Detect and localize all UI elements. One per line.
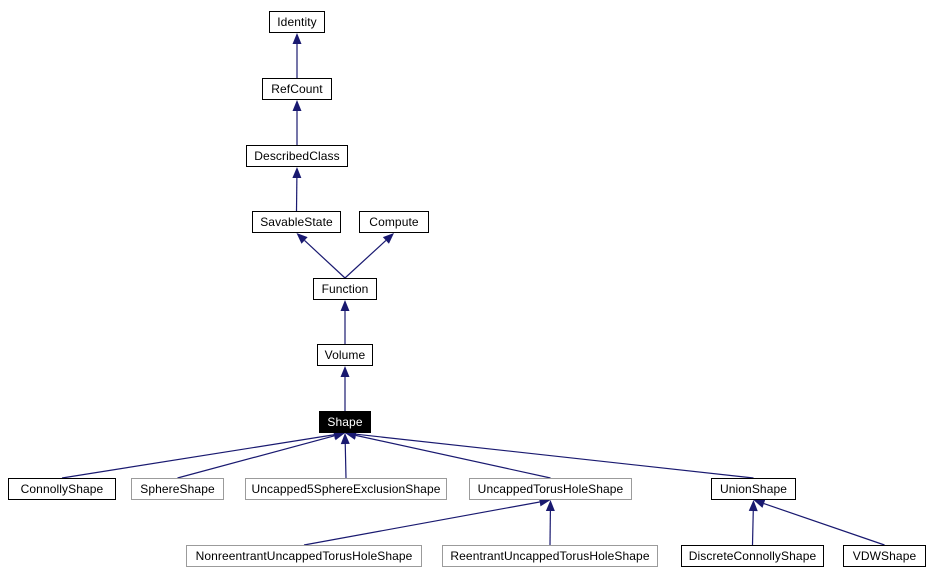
edge-savablestate-to-describedclass <box>292 167 302 212</box>
class-node-reentrantuncappedtorusholeshape[interactable]: ReentrantUncappedTorusHoleShape <box>442 545 658 567</box>
class-node-label: Uncapped5SphereExclusionShape <box>251 482 441 496</box>
edge-uncappedtorusholeshape-to-shape <box>345 430 551 479</box>
edge-sphereshape-to-shape <box>177 431 345 479</box>
edge-connollyshape-to-shape <box>61 430 345 479</box>
class-node-label: ConnollyShape <box>20 482 104 496</box>
class-node-discreteconnollyshape[interactable]: DiscreteConnollyShape <box>681 545 824 567</box>
edge-describedclass-to-refcount <box>292 100 302 145</box>
class-node-unionshape[interactable]: UnionShape <box>711 478 796 500</box>
edge-unionshape-to-shape <box>345 429 754 479</box>
class-node-label: SavableState <box>260 215 333 229</box>
class-node-label: Identity <box>277 15 317 29</box>
edge-nonreentrantuncappedtorusholeshape-to-uncappedtorusholeshape <box>303 497 551 546</box>
class-node-describedclass[interactable]: DescribedClass <box>246 145 348 167</box>
class-node-label: ReentrantUncappedTorusHoleShape <box>450 549 650 563</box>
class-node-label: NonreentrantUncappedTorusHoleShape <box>195 549 413 563</box>
class-node-refcount[interactable]: RefCount <box>262 78 332 100</box>
class-node-label: UnionShape <box>719 482 788 496</box>
edge-function-to-savablestate <box>296 233 346 279</box>
class-node-savablestate[interactable]: SavableState <box>252 211 341 233</box>
class-node-label: SphereShape <box>140 482 215 496</box>
class-node-label: Shape <box>327 415 363 429</box>
class-node-uncapped5sphereexclusionshape[interactable]: Uncapped5SphereExclusionShape <box>245 478 447 500</box>
edge-refcount-to-identity <box>292 33 302 78</box>
class-node-label: Volume <box>324 348 366 362</box>
class-node-label: UncappedTorusHoleShape <box>477 482 624 496</box>
class-node-vdwshape[interactable]: VDWShape <box>843 545 926 567</box>
edge-shape-to-volume <box>340 366 350 411</box>
class-node-label: DescribedClass <box>254 149 340 163</box>
class-node-label: DiscreteConnollyShape <box>688 549 817 563</box>
class-node-label: Function <box>321 282 369 296</box>
class-node-connollyshape[interactable]: ConnollyShape <box>8 478 116 500</box>
class-node-nonreentrantuncappedtorusholeshape[interactable]: NonreentrantUncappedTorusHoleShape <box>186 545 422 567</box>
edge-uncapped5sphereexclusionshape-to-shape <box>340 433 350 479</box>
edge-reentrantuncappedtorusholeshape-to-uncappedtorusholeshape <box>545 500 555 546</box>
edge-vdwshape-to-unionshape <box>753 499 885 546</box>
class-node-label: RefCount <box>271 82 323 96</box>
edge-discreteconnollyshape-to-unionshape <box>748 500 758 546</box>
class-inheritance-diagram: Identity RefCount DescribedClass SavableSta… <box>0 0 938 579</box>
class-node-identity[interactable]: Identity <box>269 11 325 33</box>
edge-function-to-compute <box>344 233 394 279</box>
class-node-sphereshape[interactable]: SphereShape <box>131 478 224 500</box>
class-node-function[interactable]: Function <box>313 278 377 300</box>
class-node-shape[interactable]: Shape <box>319 411 371 433</box>
class-node-label: VDWShape <box>852 549 917 563</box>
edge-volume-to-function <box>340 300 350 344</box>
class-node-volume[interactable]: Volume <box>317 344 373 366</box>
class-node-label: Compute <box>369 215 419 229</box>
class-node-uncappedtorusholeshape[interactable]: UncappedTorusHoleShape <box>469 478 632 500</box>
class-node-compute[interactable]: Compute <box>359 211 429 233</box>
